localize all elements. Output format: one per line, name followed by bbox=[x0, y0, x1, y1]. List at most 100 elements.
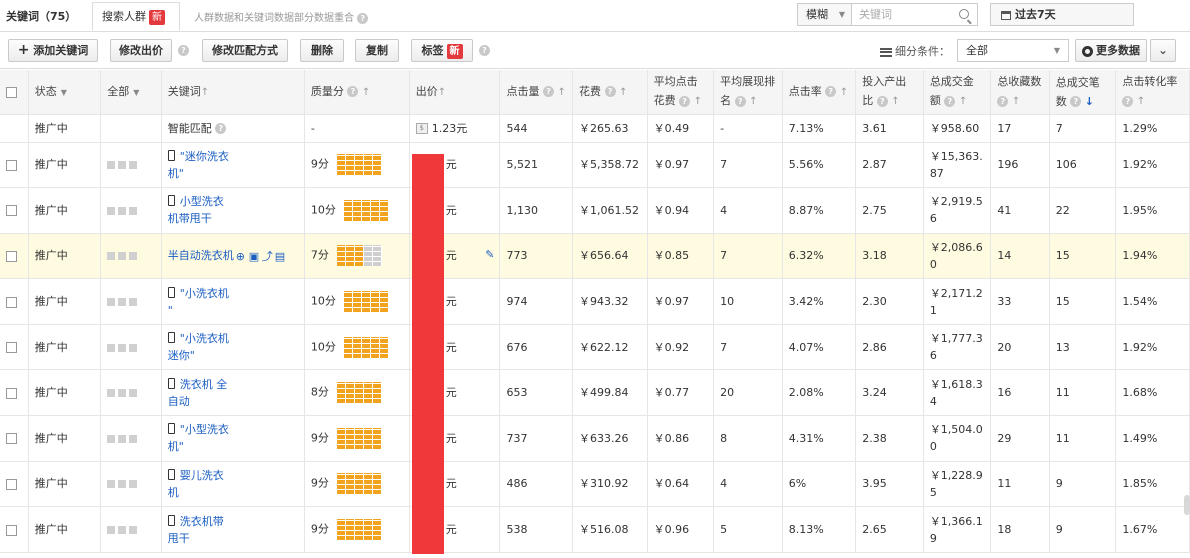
keyword-link-line2[interactable]: 机带甩干 bbox=[168, 212, 212, 225]
keyword-link-line2[interactable]: 自动 bbox=[168, 395, 190, 408]
sort-icon[interactable]: ↑ bbox=[362, 87, 370, 98]
help-icon[interactable]: ? bbox=[215, 123, 227, 134]
date-range-select[interactable]: 过去7天 bbox=[990, 3, 1134, 26]
tab-search-crowd[interactable]: 搜索人群新 bbox=[92, 2, 180, 31]
help-icon[interactable]: ? bbox=[679, 95, 691, 107]
col-cvr[interactable]: 点击转化率 ? ↑ bbox=[1115, 70, 1190, 115]
sort-icon[interactable]: ↑ bbox=[749, 96, 757, 107]
cvr-cell: 1.67% bbox=[1115, 506, 1190, 553]
sort-icon[interactable]: ↑ bbox=[891, 96, 899, 107]
sort-icon[interactable]: ↑ bbox=[959, 96, 967, 107]
roi-cell: 2.30 bbox=[855, 278, 924, 325]
tag-button[interactable]: 标签新 bbox=[411, 39, 473, 62]
keyword-link[interactable]: "小洗衣机 bbox=[180, 287, 229, 300]
keyword-link[interactable]: 半自动洗衣机 bbox=[168, 249, 234, 262]
help-icon[interactable]: ? bbox=[178, 45, 189, 56]
keyword-link[interactable]: "小洗衣机 bbox=[180, 332, 229, 345]
row-checkbox[interactable] bbox=[6, 159, 17, 171]
keyword-link-line2[interactable]: 机" bbox=[168, 440, 184, 453]
trend-chart-icon[interactable]: ⤴ bbox=[262, 251, 273, 262]
keyword-link-line2[interactable]: 甩干 bbox=[168, 532, 190, 545]
edit-icon[interactable]: ✎ bbox=[485, 246, 494, 263]
row-checkbox[interactable] bbox=[6, 524, 17, 536]
row-checkbox[interactable] bbox=[6, 433, 17, 445]
sort-icon[interactable]: ↑ bbox=[438, 87, 446, 98]
help-icon[interactable]: ? bbox=[542, 86, 554, 98]
select-all-checkbox[interactable] bbox=[6, 86, 17, 98]
col-cost[interactable]: 花费 ? ↑ bbox=[572, 70, 648, 115]
help-icon[interactable]: ? bbox=[479, 45, 490, 56]
col-status[interactable]: 状态 ▼ bbox=[28, 70, 102, 115]
segment-filter-select[interactable]: 全部 ▼ bbox=[957, 39, 1069, 62]
modify-match-button[interactable]: 修改匹配方式 bbox=[202, 39, 288, 62]
copy-button[interactable]: 复制 bbox=[355, 39, 399, 62]
sort-icon[interactable]: ↑ bbox=[201, 87, 209, 98]
row-checkbox[interactable] bbox=[6, 296, 17, 308]
row-checkbox[interactable] bbox=[6, 250, 17, 262]
copy-icon[interactable]: ▣ bbox=[249, 251, 260, 262]
col-clicks[interactable]: 点击量 ? ↑ bbox=[499, 70, 574, 115]
col-keyword[interactable]: 关键词↑ bbox=[161, 70, 305, 115]
trash-icon[interactable]: ▤ bbox=[275, 251, 286, 262]
row-checkbox[interactable] bbox=[6, 387, 17, 399]
col-quality[interactable]: 质量分 ? ↑ bbox=[304, 70, 410, 115]
sort-icon[interactable]: ↑ bbox=[1012, 96, 1020, 107]
keyword-link[interactable]: 小型洗衣 bbox=[180, 195, 224, 208]
quality-score: 9分 bbox=[310, 476, 329, 490]
keyword-link[interactable]: 婴儿洗衣 bbox=[180, 469, 224, 482]
row-checkbox[interactable] bbox=[6, 205, 17, 217]
col-avg-cpc[interactable]: 平均点击花费 ? ↑ bbox=[647, 70, 715, 115]
indicator-square bbox=[107, 161, 116, 170]
col-bid[interactable]: 出价↑ bbox=[409, 70, 501, 115]
help-icon[interactable]: ? bbox=[997, 95, 1009, 107]
sort-icon[interactable]: ↑ bbox=[840, 87, 848, 98]
match-mode-select[interactable]: 模糊 ▼ bbox=[797, 3, 852, 26]
col-roi[interactable]: 投入产出比 ? ↑ bbox=[855, 70, 924, 115]
keyword-link[interactable]: 洗衣机带 bbox=[180, 515, 224, 528]
delete-button[interactable]: 删除 bbox=[300, 39, 344, 62]
globe-icon[interactable]: ⊕ bbox=[236, 251, 247, 262]
keyword-link-line2[interactable]: 迷你" bbox=[168, 349, 195, 362]
col-favs[interactable]: 总收藏数 ? ↑ bbox=[990, 70, 1050, 115]
keyword-link[interactable]: 洗衣机 全 bbox=[180, 378, 228, 391]
modify-bid-button[interactable]: 修改出价 bbox=[110, 39, 172, 62]
expand-toolbar-button[interactable]: ⌄ bbox=[1150, 39, 1176, 62]
col-orders[interactable]: 总成交笔数 ? ↓ bbox=[1049, 70, 1117, 115]
help-icon[interactable]: ? bbox=[825, 86, 837, 98]
col-gmv[interactable]: 总成交金额 ? ↑ bbox=[923, 70, 992, 115]
help-icon[interactable]: ? bbox=[734, 95, 746, 107]
sort-icon[interactable]: ↑ bbox=[619, 87, 627, 98]
col-all-filter[interactable]: 全部 ▼ bbox=[100, 70, 162, 115]
keyword-search-input[interactable]: 关键词 bbox=[852, 3, 978, 26]
more-data-button[interactable]: 更多数据 bbox=[1075, 39, 1147, 62]
col-ctr[interactable]: 点击率 ? ↑ bbox=[782, 70, 857, 115]
sort-icon[interactable]: ↑ bbox=[1137, 96, 1145, 107]
keyword-link-line2[interactable]: " bbox=[168, 304, 173, 317]
row-checkbox[interactable] bbox=[6, 478, 17, 490]
scrollbar-thumb[interactable] bbox=[1184, 495, 1190, 515]
help-icon[interactable]: ? bbox=[1122, 95, 1134, 107]
keyword-link-line2[interactable]: 机" bbox=[168, 167, 184, 180]
sort-icon[interactable]: ↑ bbox=[694, 96, 702, 107]
help-icon[interactable]: ? bbox=[1070, 96, 1082, 108]
bid-cell[interactable]: $1.23元 bbox=[409, 114, 501, 143]
sort-desc-icon[interactable]: ↓ bbox=[1085, 95, 1094, 108]
help-icon[interactable]: ? bbox=[604, 86, 616, 98]
status-cell: 推广中 bbox=[28, 324, 102, 371]
sort-icon[interactable]: ↑ bbox=[557, 87, 565, 98]
row-checkbox[interactable] bbox=[6, 342, 17, 354]
help-icon[interactable]: ? bbox=[876, 95, 888, 107]
gmv-cell: ￥2,086.6 0 bbox=[923, 233, 992, 280]
add-keyword-button[interactable]: + 添加关键词 bbox=[8, 39, 98, 62]
keyword-link[interactable]: "小型洗衣 bbox=[180, 423, 229, 436]
keyword-link[interactable]: "迷你洗衣 bbox=[180, 150, 229, 163]
col-ctr-label: 点击率 bbox=[788, 84, 822, 98]
help-icon[interactable]: ? bbox=[347, 86, 359, 98]
avg-cpc-cell: ￥0.96 bbox=[647, 506, 715, 553]
help-icon[interactable]: ? bbox=[357, 12, 369, 24]
help-icon[interactable]: ? bbox=[944, 95, 956, 107]
keyword-link-line2[interactable]: 机 bbox=[168, 486, 179, 499]
col-avg-rank[interactable]: 平均展现排名 ? ↑ bbox=[713, 70, 783, 115]
search-icon[interactable] bbox=[959, 9, 969, 19]
tab-keywords[interactable]: 关键词（75） bbox=[6, 8, 76, 24]
